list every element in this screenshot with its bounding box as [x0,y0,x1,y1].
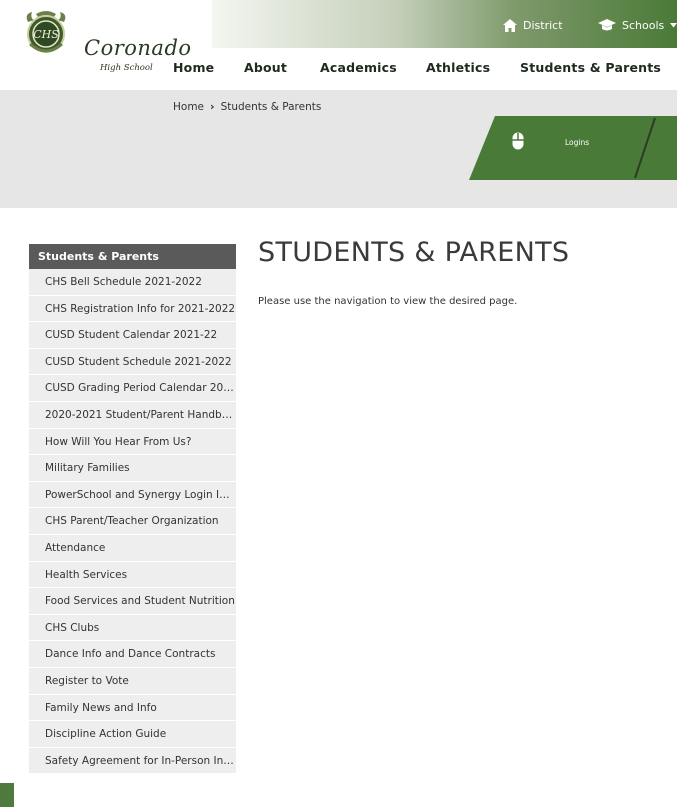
home-icon [503,18,517,32]
breadcrumb: Home › Students & Parents [173,100,321,113]
sidebar-item-dance-info[interactable]: Dance Info and Dance Contracts [29,641,236,668]
sidebar-item-family-news[interactable]: Family News and Info [29,694,236,722]
school-crest-icon: CHS [26,11,66,53]
sidebar-nav: Students & Parents CHS Bell Schedule 202… [29,244,236,775]
sidebar-item-student-calendar[interactable]: CUSD Student Calendar 2021-22 [29,322,236,349]
district-link-label: District [523,18,563,32]
svg-text:CHS: CHS [33,28,59,41]
main-nav: Home About Academics Athletics Students … [0,60,677,80]
intro-text: Please use the navigation to view the de… [258,296,518,307]
sidebar-item-clubs[interactable]: CHS Clubs [29,614,236,642]
sidebar-item-parent-teacher-org[interactable]: CHS Parent/Teacher Organization [29,508,236,535]
page-banner: Home › Students & Parents Logins [0,90,677,208]
mouse-icon [512,132,524,150]
breadcrumb-current: Students & Parents [220,100,322,113]
schools-dropdown[interactable]: Schools [598,16,677,34]
logins-label: Logins [565,138,590,147]
district-link[interactable]: District [503,16,563,34]
nav-academics[interactable]: Academics [320,60,397,75]
sidebar-title[interactable]: Students & Parents [29,244,236,269]
sidebar-item-attendance[interactable]: Attendance [29,534,236,562]
nav-students-parents[interactable]: Students & Parents [520,60,661,75]
footer-accent [0,783,14,807]
sidebar-item-student-schedule[interactable]: CUSD Student Schedule 2021-2022 [29,348,236,376]
sidebar-item-how-will-you-hear[interactable]: How Will You Hear From Us? [29,428,236,456]
chevron-right-icon: › [210,100,215,113]
sidebar-item-food-services[interactable]: Food Services and Student Nutrition [29,588,236,615]
schools-dropdown-label: Schools [622,18,665,32]
sidebar-item-discipline-guide[interactable]: Discipline Action Guide [29,721,236,748]
sidebar-item-grading-period-calendar[interactable]: CUSD Grading Period Calendar 2021-… [29,375,236,402]
nav-athletics[interactable]: Athletics [426,60,490,75]
site-header: District Schools CHS Coronado High Schoo… [0,0,677,90]
page-title: STUDENTS & PARENTS [258,237,570,268]
nav-about[interactable]: About [244,60,287,75]
sidebar-item-handbook[interactable]: 2020-2021 Student/Parent Handbook [29,401,236,429]
graduation-cap-icon [598,19,616,31]
nav-home[interactable]: Home [173,60,214,75]
caret-down-icon [670,22,677,27]
sidebar-item-safety-agreement[interactable]: Safety Agreement for In-Person Inst… [29,747,236,775]
logo-text: Coronado [84,36,192,60]
breadcrumb-home[interactable]: Home [173,101,204,113]
sidebar-item-register-to-vote[interactable]: Register to Vote [29,667,236,695]
sidebar-item-registration-info[interactable]: CHS Registration Info for 2021-2022 [29,295,236,323]
sidebar-item-bell-schedule[interactable]: CHS Bell Schedule 2021-2022 [29,269,236,296]
logins-button[interactable]: Logins [469,116,677,180]
sidebar-item-military-families[interactable]: Military Families [29,455,236,482]
sidebar-item-powerschool-synergy[interactable]: PowerSchool and Synergy Login Info… [29,481,236,509]
logins-tab-background [469,116,677,180]
sidebar-item-health-services[interactable]: Health Services [29,561,236,589]
